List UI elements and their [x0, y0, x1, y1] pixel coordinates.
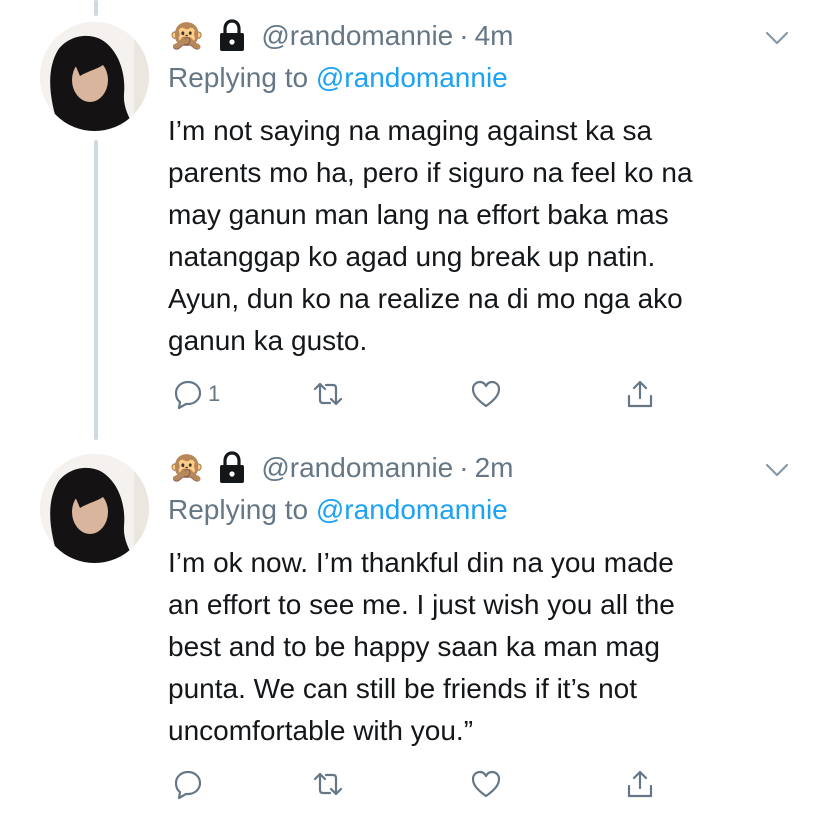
replying-to-label: Replying to [168, 62, 309, 93]
tweet-text-line: uncomfortable with you.” [168, 715, 474, 746]
author-handle[interactable]: @randomannie [261, 20, 453, 52]
reply-count: 1 [208, 381, 221, 406]
share-icon [627, 770, 653, 798]
share-icon [627, 380, 653, 408]
replying-to: Replying to @randomannie [168, 494, 508, 526]
reply-icon [174, 770, 202, 800]
reply-icon [174, 380, 202, 410]
see-no-evil-emoji: 🙊 [168, 19, 206, 52]
tweet-text-line: may ganun man lang na effort baka mas [168, 199, 669, 230]
tweet-text: I’m not saying na maging against ka sa p… [168, 110, 793, 362]
like-button[interactable] [470, 768, 502, 800]
separator-dot: · [459, 452, 469, 483]
see-no-evil-emoji: 🙊 [168, 451, 206, 484]
retweet-button[interactable] [312, 768, 344, 800]
tweet-text-line: parents mo ha, pero if siguro na feel ko… [168, 157, 693, 188]
tweet-text-line: I’m ok now. I’m thankful din na you made [168, 547, 674, 578]
share-button[interactable] [624, 378, 656, 410]
reply-button[interactable]: 1 [172, 378, 220, 410]
replying-to: Replying to @randomannie [168, 62, 508, 94]
tweet-text: I’m ok now. I’m thankful din na you made… [168, 542, 793, 752]
lock-icon [220, 451, 245, 483]
tweet-text-line: natanggap ko agad ung break up natin. [168, 241, 656, 272]
replying-to-mention[interactable]: @randomannie [316, 62, 508, 93]
tweet-actions [168, 768, 668, 804]
tweet[interactable]: 🙊 @randomannie · 4m Replying to @randoma… [0, 0, 827, 440]
tweet-text-line: ganun ka gusto. [168, 325, 368, 356]
tweet-text-line: an effort to see me. I just wish you all… [168, 589, 675, 620]
separator-dot: · [459, 20, 469, 51]
retweet-button[interactable] [312, 378, 344, 410]
tweet-text-line: punta. We can still be friends if it’s n… [168, 673, 637, 704]
retweet-icon [313, 772, 343, 796]
chevron-down-icon[interactable] [765, 462, 789, 478]
tweet-header: 🙊 @randomannie · 4m [168, 16, 513, 56]
avatar[interactable] [40, 454, 149, 563]
replying-to-mention[interactable]: @randomannie [316, 494, 508, 525]
share-button[interactable] [624, 768, 656, 800]
like-icon [471, 770, 501, 798]
lock-icon [220, 19, 245, 51]
tweet-actions: 1 [168, 378, 668, 414]
like-button[interactable] [470, 378, 502, 410]
tweet-header: 🙊 @randomannie · 2m [168, 448, 513, 488]
avatar[interactable] [40, 22, 149, 131]
like-icon [471, 380, 501, 408]
reply-button[interactable] [172, 768, 208, 800]
retweet-icon [313, 382, 343, 406]
chevron-down-icon[interactable] [765, 30, 789, 46]
author-handle[interactable]: @randomannie [261, 452, 453, 484]
tweet-text-line: I’m not saying na maging against ka sa [168, 115, 653, 146]
tweet-text-line: Ayun, dun ko na realize na di mo nga ako [168, 283, 683, 314]
tweet-timestamp[interactable]: 4m [475, 20, 514, 52]
tweet[interactable]: 🙊 @randomannie · 2m Replying to @randoma… [0, 432, 827, 818]
tweet-text-line: best and to be happy saan ka man mag [168, 631, 660, 662]
replying-to-label: Replying to [168, 494, 309, 525]
tweet-timestamp[interactable]: 2m [475, 452, 514, 484]
